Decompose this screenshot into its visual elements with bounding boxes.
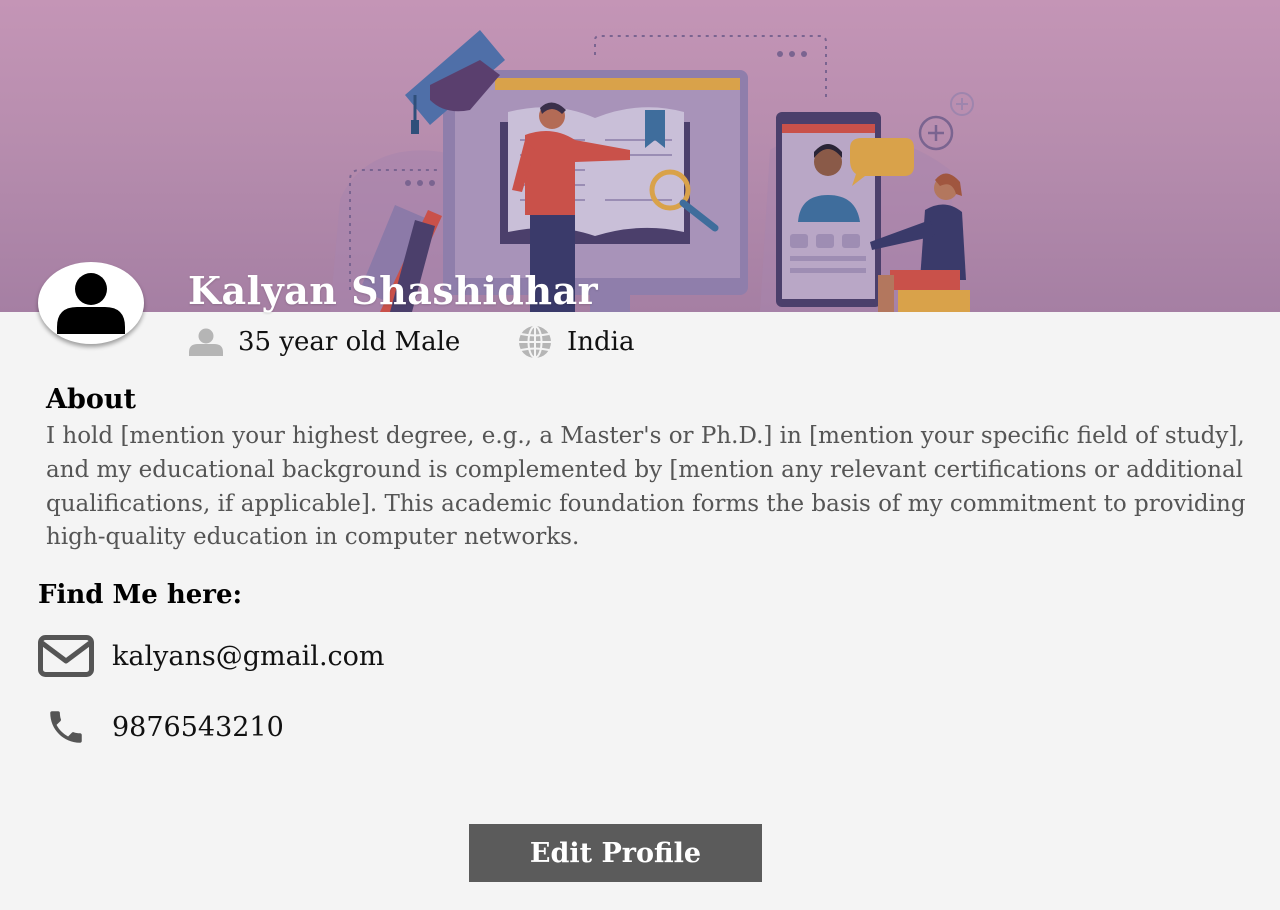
phone-icon xyxy=(50,711,82,743)
envelope-icon-wrap xyxy=(38,634,94,678)
email-text[interactable]: kalyans@gmail.com xyxy=(112,641,385,672)
age-gender-info: 35 year old Male xyxy=(188,324,460,360)
about-text: I hold [mention your highest degree, e.g… xyxy=(46,423,1246,551)
avatar[interactable] xyxy=(38,262,144,344)
person-icon xyxy=(189,328,223,356)
edit-profile-button[interactable]: Edit Profile xyxy=(469,824,762,882)
user-silhouette-icon xyxy=(57,273,125,334)
country-info: India xyxy=(517,324,634,360)
profile-name: Kalyan Shashidhar xyxy=(188,268,599,313)
find-me-heading: Find Me here: xyxy=(38,580,243,610)
country-text: India xyxy=(567,327,635,357)
email-contact[interactable]: kalyans@gmail.com xyxy=(38,634,385,678)
phone-icon-wrap xyxy=(38,705,94,749)
phone-text[interactable]: 9876543210 xyxy=(112,712,284,743)
education-illustration xyxy=(330,30,974,312)
phone-contact[interactable]: 9876543210 xyxy=(38,705,284,749)
globe-icon xyxy=(519,325,551,359)
envelope-icon xyxy=(38,635,94,677)
cover-banner xyxy=(0,0,1280,312)
about-heading: About xyxy=(46,384,136,415)
age-gender-text: 35 year old Male xyxy=(238,327,461,357)
